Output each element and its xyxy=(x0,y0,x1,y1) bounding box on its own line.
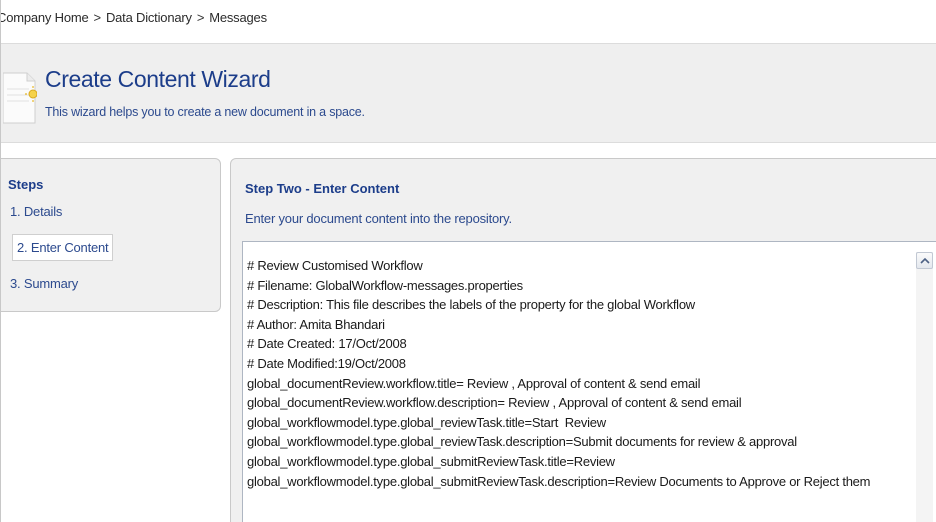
chevron-up-icon xyxy=(920,257,930,264)
breadcrumb-separator: > xyxy=(196,10,205,25)
editor-line: global_documentReview.workflow.title= Re… xyxy=(247,375,701,391)
steps-title: Steps xyxy=(8,177,44,192)
wizard-page: Company Home > Data Dictionary > Messages Cr… xyxy=(0,0,936,522)
step-summary[interactable]: 3. Summary xyxy=(10,276,78,291)
step-enter-content[interactable]: 2. Enter Content xyxy=(12,234,114,261)
editor-scrollbar[interactable] xyxy=(916,252,933,522)
editor-line: # Review Customised Workflow xyxy=(247,258,423,273)
page-description: This wizard helps you to create a new do… xyxy=(45,105,365,119)
step-heading: Step Two - Enter Content xyxy=(245,181,400,196)
step-details[interactable]: 1. Details xyxy=(10,204,62,219)
page-title: Create Content Wizard xyxy=(45,66,271,92)
editor-line: # Date Created: 17/Oct/2008 xyxy=(247,336,407,352)
editor-line: # Filename: GlobalWorkflow-messages.prop… xyxy=(247,277,523,293)
editor-line: global_workflowmodel.type.global_reviewT… xyxy=(247,414,606,430)
editor-line: global_documentReview.workflow.descripti… xyxy=(247,395,742,411)
editor-line: # Description: This file describes the l… xyxy=(247,297,695,313)
content-editor[interactable]: # Review Customised Workflow # Filename: … xyxy=(242,241,936,522)
editor-line: global_workflowmodel.type.global_reviewT… xyxy=(247,434,797,450)
scroll-up-button[interactable] xyxy=(916,252,933,269)
editor-line: # Author: Amita Bhandari xyxy=(247,316,385,332)
breadcrumb-messages[interactable]: Messages xyxy=(209,10,267,25)
breadcrumb: Company Home > Data Dictionary > Messages xyxy=(1,10,267,25)
step-description: Enter your document content into the rep… xyxy=(245,211,512,226)
steps-panel: Steps 1. Details 2. Enter Content 3. Sum… xyxy=(1,158,221,312)
wizard-header: Create Content Wizard This wizard helps … xyxy=(1,43,936,143)
breadcrumb-separator: > xyxy=(93,10,102,25)
editor-text[interactable]: # Review Customised Workflow # Filename: … xyxy=(247,256,917,491)
editor-line: global_workflowmodel.type.global_submitR… xyxy=(247,453,615,469)
breadcrumb-data-dictionary[interactable]: Data Dictionary xyxy=(106,10,192,25)
breadcrumb-company-home[interactable]: Company Home xyxy=(1,10,89,25)
editor-line: # Date Modified:19/Oct/2008 xyxy=(247,355,406,371)
editor-line: global_workflowmodel.type.global_submitR… xyxy=(247,473,871,489)
wizard-document-icon xyxy=(3,72,37,124)
